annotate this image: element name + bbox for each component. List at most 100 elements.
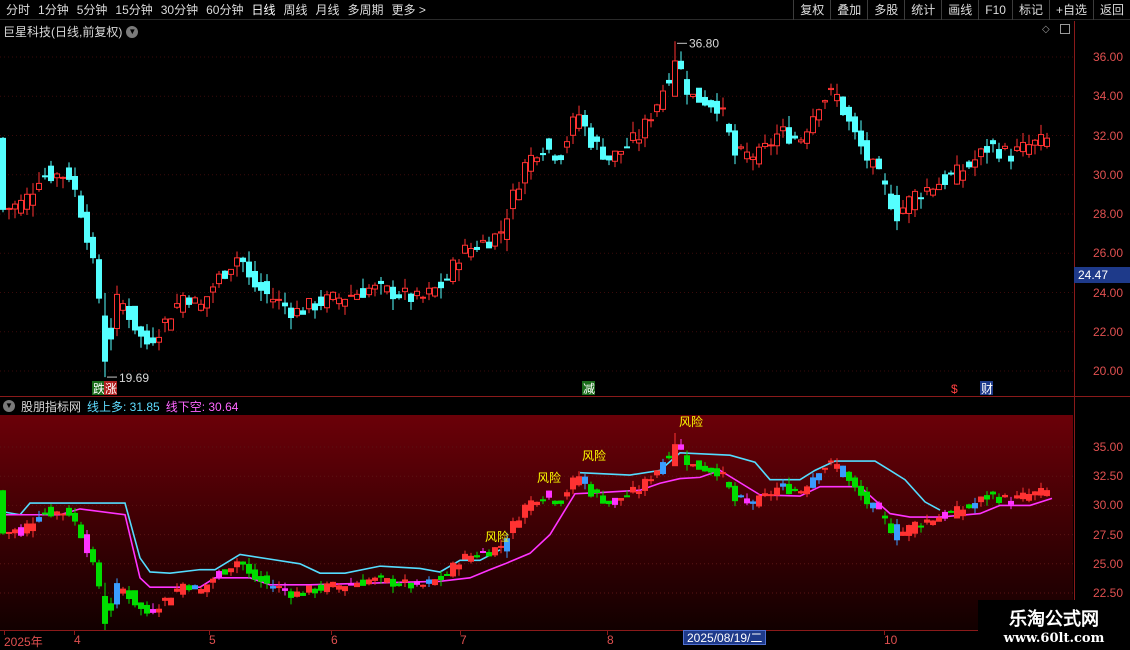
indicator-candle-body[interactable]	[402, 579, 408, 583]
indicator-candle-body[interactable]	[60, 513, 66, 516]
candle-body[interactable]	[966, 161, 972, 168]
indicator-candle-body[interactable]	[816, 473, 822, 481]
indicator-candle-body[interactable]	[486, 552, 492, 557]
candle-body[interactable]	[234, 257, 240, 267]
indicator-candle-body[interactable]	[534, 501, 540, 506]
candle-body[interactable]	[300, 310, 306, 315]
candle-body[interactable]	[216, 273, 222, 285]
indicator-candle-body[interactable]	[660, 462, 666, 474]
candle-body[interactable]	[840, 96, 846, 116]
candle-body[interactable]	[414, 290, 420, 297]
indicator-candle-body[interactable]	[384, 578, 390, 583]
indicator-candle-body[interactable]	[780, 483, 786, 487]
indicator-candle-body[interactable]	[612, 497, 618, 505]
indicator-candle-body[interactable]	[144, 604, 150, 614]
indicator-candle-body[interactable]	[42, 512, 48, 515]
back-button[interactable]: 返回	[1092, 0, 1130, 20]
indicator-candle-body[interactable]	[588, 484, 594, 497]
indicator-candle-body[interactable]	[882, 515, 888, 519]
candle-body[interactable]	[114, 293, 120, 330]
indicator-candle-body[interactable]	[834, 464, 840, 469]
indicator-candle-body[interactable]	[330, 581, 336, 588]
candle-body[interactable]	[456, 262, 462, 271]
candle-body[interactable]	[768, 144, 774, 147]
indicator-candle-body[interactable]	[360, 579, 366, 586]
candle-body[interactable]	[744, 151, 750, 160]
candle-body[interactable]	[36, 182, 42, 190]
indicator-candle-body[interactable]	[570, 477, 576, 490]
candle-body[interactable]	[684, 79, 690, 95]
candle-body[interactable]	[606, 155, 612, 161]
candle-body[interactable]	[486, 241, 492, 249]
indicator-candle-body[interactable]	[270, 586, 276, 589]
indicator-candle-body[interactable]	[618, 498, 624, 501]
indicator-candle-body[interactable]	[960, 509, 966, 517]
indicator-candle-body[interactable]	[240, 561, 246, 565]
candle-body[interactable]	[324, 294, 330, 309]
candle-body[interactable]	[558, 155, 564, 161]
candle-body[interactable]	[240, 257, 246, 263]
diamond-icon[interactable]: ◇	[1042, 24, 1050, 35]
candle-body[interactable]	[282, 302, 288, 307]
indicator-candle-body[interactable]	[300, 592, 306, 596]
candle-body[interactable]	[156, 336, 162, 343]
candle-body[interactable]	[174, 303, 180, 308]
indicator-candle-body[interactable]	[54, 511, 60, 515]
indicator-candle-body[interactable]	[132, 590, 138, 606]
indicator-candle-body[interactable]	[1020, 492, 1026, 500]
indicator-candle-body[interactable]	[12, 529, 18, 534]
indicator-candle-body[interactable]	[108, 603, 114, 611]
candle-body[interactable]	[564, 141, 570, 148]
candle-body[interactable]	[204, 296, 210, 309]
event-marker[interactable]: 涨	[104, 381, 117, 396]
indicator-candle-body[interactable]	[600, 495, 606, 504]
candle-body[interactable]	[912, 190, 918, 211]
candle-body[interactable]	[798, 139, 804, 143]
candle-body[interactable]	[396, 294, 402, 299]
indicator-candle-body[interactable]	[624, 495, 630, 498]
indicator-candle-body[interactable]	[390, 578, 396, 587]
candle-body[interactable]	[708, 100, 714, 108]
indicator-candle-body[interactable]	[342, 586, 348, 592]
candle-body[interactable]	[546, 138, 552, 150]
candle-body[interactable]	[984, 146, 990, 153]
indicator-candle-body[interactable]	[672, 444, 678, 467]
indicator-candle-body[interactable]	[912, 521, 918, 534]
candle-body[interactable]	[1002, 145, 1008, 150]
indicator-candle-body[interactable]	[582, 476, 588, 484]
indicator-candle-body[interactable]	[810, 477, 816, 488]
candle-body[interactable]	[930, 188, 936, 196]
indicator-candle-body[interactable]	[348, 583, 354, 586]
candle-body[interactable]	[726, 123, 732, 133]
candle-body[interactable]	[126, 305, 132, 320]
indicator-candle-body[interactable]	[264, 575, 270, 584]
candle-body[interactable]	[246, 261, 252, 278]
candle-body[interactable]	[6, 207, 12, 210]
candle-body[interactable]	[918, 197, 924, 200]
candle-body[interactable]	[258, 282, 264, 291]
candle-body[interactable]	[24, 193, 30, 210]
candle-body[interactable]	[612, 150, 618, 162]
candle-body[interactable]	[90, 236, 96, 259]
candle-body[interactable]	[894, 194, 900, 222]
indicator-candle-body[interactable]	[336, 585, 342, 590]
candle-body[interactable]	[1020, 141, 1026, 153]
candle-body[interactable]	[78, 195, 84, 218]
candle-body[interactable]	[42, 175, 48, 178]
indicator-candle-body[interactable]	[678, 444, 684, 450]
indicator-candle-body[interactable]	[576, 476, 582, 486]
indicator-candle-body[interactable]	[900, 531, 906, 536]
candle-body[interactable]	[408, 293, 414, 302]
event-marker[interactable]: 减	[582, 381, 595, 396]
candle-body[interactable]	[846, 106, 852, 122]
candle-body[interactable]	[810, 116, 816, 134]
indicator-candle-body[interactable]	[492, 547, 498, 556]
candle-body[interactable]	[732, 130, 738, 156]
indicator-candle-body[interactable]	[876, 502, 882, 510]
indicator-candle-body[interactable]	[828, 460, 834, 463]
indicator-candle-body[interactable]	[708, 467, 714, 473]
indicator-candle-body[interactable]	[180, 583, 186, 595]
candle-body[interactable]	[774, 133, 780, 147]
indicator-candle-body[interactable]	[210, 578, 216, 583]
indicator-candle-body[interactable]	[474, 555, 480, 558]
